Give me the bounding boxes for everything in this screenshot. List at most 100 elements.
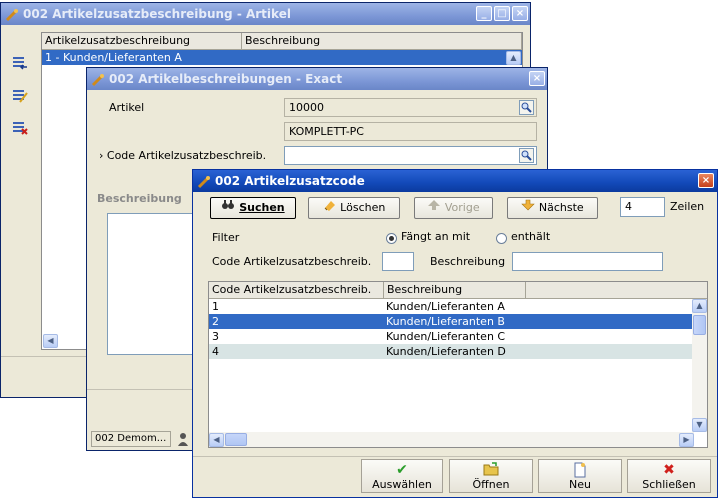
close-icon[interactable]: × xyxy=(698,173,714,188)
auswaehlen-button[interactable]: ✔ Auswählen xyxy=(361,459,443,493)
column-header-filler xyxy=(526,282,707,298)
schliessen-button[interactable]: ✖ Schließen xyxy=(627,459,711,493)
auswaehlen-label: Auswählen xyxy=(372,478,432,491)
table-row[interactable]: 3 Kunden/Lieferanten C xyxy=(209,329,692,344)
beschreibung-section-label: Beschreibung xyxy=(97,192,182,205)
maximize-icon[interactable]: □ xyxy=(494,6,510,21)
delete-x-icon: ✖ xyxy=(663,462,675,478)
artikel-description: KOMPLETT-PC xyxy=(289,125,364,138)
dialog-titlebar[interactable]: 002 Artikelzusatzcode × xyxy=(193,170,717,192)
window-beschreibungen-titlebar[interactable]: 002 Artikelbeschreibungen - Exact × xyxy=(87,68,547,90)
table-row[interactable]: 1 Kunden/Lieferanten A xyxy=(209,299,692,314)
column-header[interactable]: Artikelzusatzbeschreibung xyxy=(42,33,242,49)
minimize-icon[interactable]: _ xyxy=(476,6,492,21)
scroll-down-icon[interactable]: ▼ xyxy=(692,418,707,432)
app-icon xyxy=(5,7,19,22)
table-row[interactable]: 2 Kunden/Lieferanten B xyxy=(209,314,692,329)
rows-count-value: 4 xyxy=(625,200,632,213)
oeffnen-label: Öffnen xyxy=(472,478,510,491)
results-grid-header: Code Artikelzusatzbeschreib. Beschreibun… xyxy=(209,282,707,299)
vertical-scrollbar[interactable]: ▲ ▼ xyxy=(692,299,707,432)
row-cell: 1 - Kunden/Lieferanten A xyxy=(45,51,182,64)
filter-label: Filter xyxy=(212,231,240,244)
neu-label: Neu xyxy=(569,478,591,491)
status-company: 002 Demom... xyxy=(91,431,171,447)
checkmark-icon: ✔ xyxy=(396,462,408,478)
radio-contains[interactable] xyxy=(496,233,507,244)
code-field[interactable] xyxy=(284,146,537,165)
row-code: 3 xyxy=(212,330,219,343)
vorige-label: Vorige xyxy=(444,201,480,214)
list-edit-icon[interactable] xyxy=(11,87,29,105)
column-header[interactable]: Code Artikelzusatzbeschreib. xyxy=(209,282,384,298)
dialog-button-bar: ✔ Auswählen Öffnen Neu ✖ Schließen xyxy=(193,456,717,497)
filter-desc-label: Beschreibung xyxy=(430,255,506,268)
dialog-artikelzusatzcode: 002 Artikelzusatzcode × Suchen Löschen V… xyxy=(192,169,718,498)
row-desc: Kunden/Lieferanten C xyxy=(386,330,506,343)
filter-desc-input[interactable] xyxy=(512,252,663,271)
radio-starts-with[interactable] xyxy=(386,233,397,244)
left-toolbar xyxy=(7,51,33,351)
horizontal-scrollbar[interactable]: ◀ ▶ xyxy=(209,432,694,447)
naechste-button[interactable]: Nächste xyxy=(507,197,598,219)
window-artikel-title: 002 Artikelzusatzbeschreibung - Artikel xyxy=(23,7,291,21)
suchen-button[interactable]: Suchen xyxy=(210,197,296,219)
arrow-down-icon xyxy=(521,198,536,218)
binoculars-icon xyxy=(221,198,235,218)
row-code: 2 xyxy=(212,315,219,328)
app-icon xyxy=(91,72,105,87)
filter-code-label: Code Artikelzusatzbeschreib. xyxy=(212,255,372,268)
table-row[interactable]: 4 Kunden/Lieferanten D xyxy=(209,344,692,359)
row-code: 1 xyxy=(212,300,219,313)
radio-starts-with-label[interactable]: Fängt an mit xyxy=(401,230,470,243)
schliessen-label: Schließen xyxy=(642,478,696,491)
list-delete-icon[interactable] xyxy=(11,119,29,137)
close-icon[interactable]: × xyxy=(512,6,528,21)
window-beschreibungen-title: 002 Artikelbeschreibungen - Exact xyxy=(109,72,343,86)
artikel-label: Artikel xyxy=(109,101,145,114)
lookup-icon[interactable] xyxy=(519,148,534,163)
suchen-label: Suchen xyxy=(239,201,285,214)
scroll-right-icon[interactable]: ▶ xyxy=(679,433,694,447)
column-header[interactable]: Beschreibung xyxy=(384,282,526,298)
artikel-field[interactable]: 10000 xyxy=(284,98,537,117)
row-desc: Kunden/Lieferanten A xyxy=(386,300,505,313)
vorige-button[interactable]: Vorige xyxy=(414,197,493,219)
loeschen-button[interactable]: Löschen xyxy=(308,197,400,219)
oeffnen-button[interactable]: Öffnen xyxy=(449,459,533,493)
scroll-up-icon[interactable]: ▲ xyxy=(692,299,707,313)
filter-code-input[interactable] xyxy=(382,252,414,271)
artikel-field-value: 10000 xyxy=(289,101,324,114)
list-import-icon[interactable] xyxy=(11,55,29,73)
zeilen-label: Zeilen xyxy=(670,200,705,213)
table-row[interactable]: 1 - Kunden/Lieferanten A xyxy=(42,50,522,65)
arrow-up-icon xyxy=(427,198,441,218)
artikel-description-field: KOMPLETT-PC xyxy=(284,122,537,141)
folder-icon xyxy=(450,462,532,478)
scroll-thumb[interactable] xyxy=(225,433,247,446)
close-icon[interactable]: × xyxy=(529,71,545,86)
radio-contains-label[interactable]: enthält xyxy=(511,230,550,243)
lookup-icon[interactable] xyxy=(519,100,534,115)
scroll-up-icon[interactable]: ▲ xyxy=(506,51,521,65)
neu-button[interactable]: Neu xyxy=(538,459,622,493)
code-label: › Code Artikelzusatzbeschreib. xyxy=(99,149,267,162)
scroll-thumb[interactable] xyxy=(693,315,706,335)
row-desc: Kunden/Lieferanten D xyxy=(386,345,506,358)
eraser-icon xyxy=(323,198,337,218)
status-text: 002 Demom... xyxy=(95,433,167,444)
dialog-title: 002 Artikelzusatzcode xyxy=(215,174,365,188)
user-icon xyxy=(175,431,191,447)
app-icon xyxy=(197,174,211,189)
row-desc: Kunden/Lieferanten B xyxy=(386,315,505,328)
scroll-left-icon[interactable]: ◀ xyxy=(209,433,224,447)
row-code: 4 xyxy=(212,345,219,358)
column-header[interactable]: Beschreibung xyxy=(242,33,522,49)
naechste-label: Nächste xyxy=(538,201,584,214)
scroll-left-icon[interactable]: ◀ xyxy=(43,334,58,348)
window-artikel-titlebar[interactable]: 002 Artikelzusatzbeschreibung - Artikel … xyxy=(1,3,530,25)
artikel-grid-header: Artikelzusatzbeschreibung Beschreibung xyxy=(42,33,522,50)
results-grid: Code Artikelzusatzbeschreib. Beschreibun… xyxy=(208,281,708,448)
rows-count-input[interactable]: 4 xyxy=(620,197,665,217)
loeschen-label: Löschen xyxy=(340,201,386,214)
